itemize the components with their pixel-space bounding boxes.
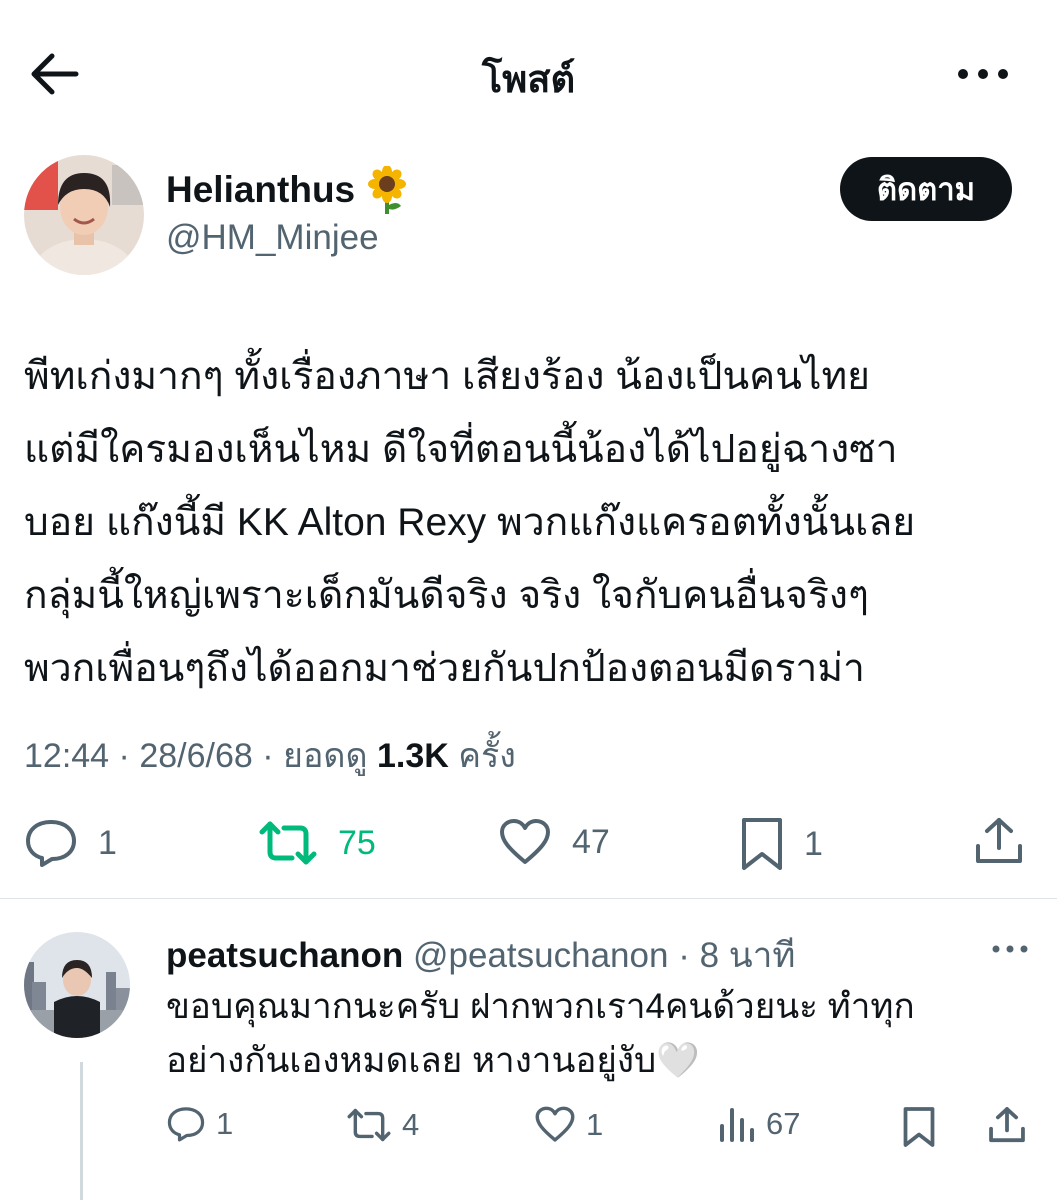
post-meta: 12:44 · 28/6/68 · ยอดดู 1.3K ครั้ง [24,728,516,782]
reply-repost-button[interactable]: 4 [346,1106,419,1144]
meta-separator: · [118,737,140,775]
reply-like-button[interactable]: 1 [534,1106,603,1143]
post-text: พีทเก่งมากๆ ทั้งเรื่องภาษา เสียงร้อง น้อ… [24,340,1044,705]
post-text-line: กลุ่มนี้ใหญ่เพราะเด็กมันดีจริง จริง ใจกั… [24,574,869,617]
page-title: โพสต์ [481,59,576,101]
follow-button[interactable]: ติดตาม [840,157,1012,221]
reply-repost-count: 4 [402,1107,420,1142]
author-name-row[interactable]: Helianthus [166,165,411,214]
post-date[interactable]: 28/6/68 [139,737,252,775]
reply-text-line: อย่างกันเองหมดเลย หางานอยู่งับ🤍 [166,1041,700,1080]
meta-separator: · [678,936,690,975]
bar-chart-icon [718,1106,756,1142]
share-button[interactable] [974,816,1024,866]
share-icon [974,816,1024,866]
author-avatar[interactable] [24,155,144,275]
reply-reply-button[interactable]: 1 [166,1106,233,1142]
repost-count: 75 [338,823,376,862]
meta-separator: · [262,737,284,775]
reply-share-button[interactable] [988,1106,1026,1144]
reply-like-count: 1 [586,1106,604,1142]
bookmark-icon [902,1106,936,1148]
post-text-line: แต่มีใครมองเห็นไหม ดีใจที่ตอนนี้น้องได้ไ… [24,428,898,471]
reply-bookmark-button[interactable] [902,1106,936,1148]
like-count: 47 [572,822,610,861]
thread-line [80,1062,83,1200]
post-text-line: พวกเพื่อนๆถึงได้ออกมาช่วยกันปกป้องตอนมีด… [24,647,865,690]
like-button[interactable]: 47 [498,818,610,866]
reply-header: peatsuchanon @peatsuchanon · 8 นาที [166,928,795,983]
views-suffix: ครั้ง [458,737,516,775]
repost-icon [258,818,318,868]
reply-author-handle[interactable]: @peatsuchanon [413,936,668,975]
sunflower-emoji-icon [363,165,411,214]
reply-text: ขอบคุณมากนะครับ ฝากพวกเรา4คนด้วยนะ ทำทุก… [166,980,1026,1088]
bookmark-icon [740,816,784,872]
heart-icon [498,818,552,866]
author-display-name[interactable]: Helianthus [166,169,355,211]
reply-author-avatar[interactable] [24,932,130,1038]
reply-count: 1 [98,823,117,862]
share-icon [988,1106,1026,1144]
reply-button[interactable]: 1 [24,818,117,868]
heart-icon [534,1106,576,1143]
post-text-line: พีทเก่งมากๆ ทั้งเรื่องภาษา เสียงร้อง น้อ… [24,355,871,398]
repost-icon [346,1106,392,1144]
reply-views-button[interactable]: 67 [718,1106,800,1142]
post-action-bar: 1 75 47 1 [0,810,1057,874]
reply-icon [24,818,78,868]
bookmark-count: 1 [804,824,823,863]
reply-views-count: 67 [766,1106,801,1141]
bookmark-button[interactable]: 1 [740,816,823,872]
reply-author-name[interactable]: peatsuchanon [166,936,403,975]
post-time[interactable]: 12:44 [24,737,109,775]
divider [0,898,1057,899]
post-text-line: บอย แก๊งนี้มี KK Alton Rexy พวกแก๊งแครอต… [24,501,916,544]
reply-icon [166,1106,206,1142]
views-label: ยอดดู [283,737,368,775]
reply-time[interactable]: 8 นาที [700,936,796,975]
reply-more-options-icon[interactable] [990,942,1030,956]
reply-text-line: ขอบคุณมากนะครับ ฝากพวกเรา4คนด้วยนะ ทำทุก [166,987,915,1026]
reply-reply-count: 1 [216,1106,234,1141]
repost-button[interactable]: 75 [258,818,376,868]
author-handle[interactable]: @HM_Minjee [166,218,379,258]
views-count: 1.3K [376,737,449,775]
more-options-icon[interactable] [955,64,1011,84]
